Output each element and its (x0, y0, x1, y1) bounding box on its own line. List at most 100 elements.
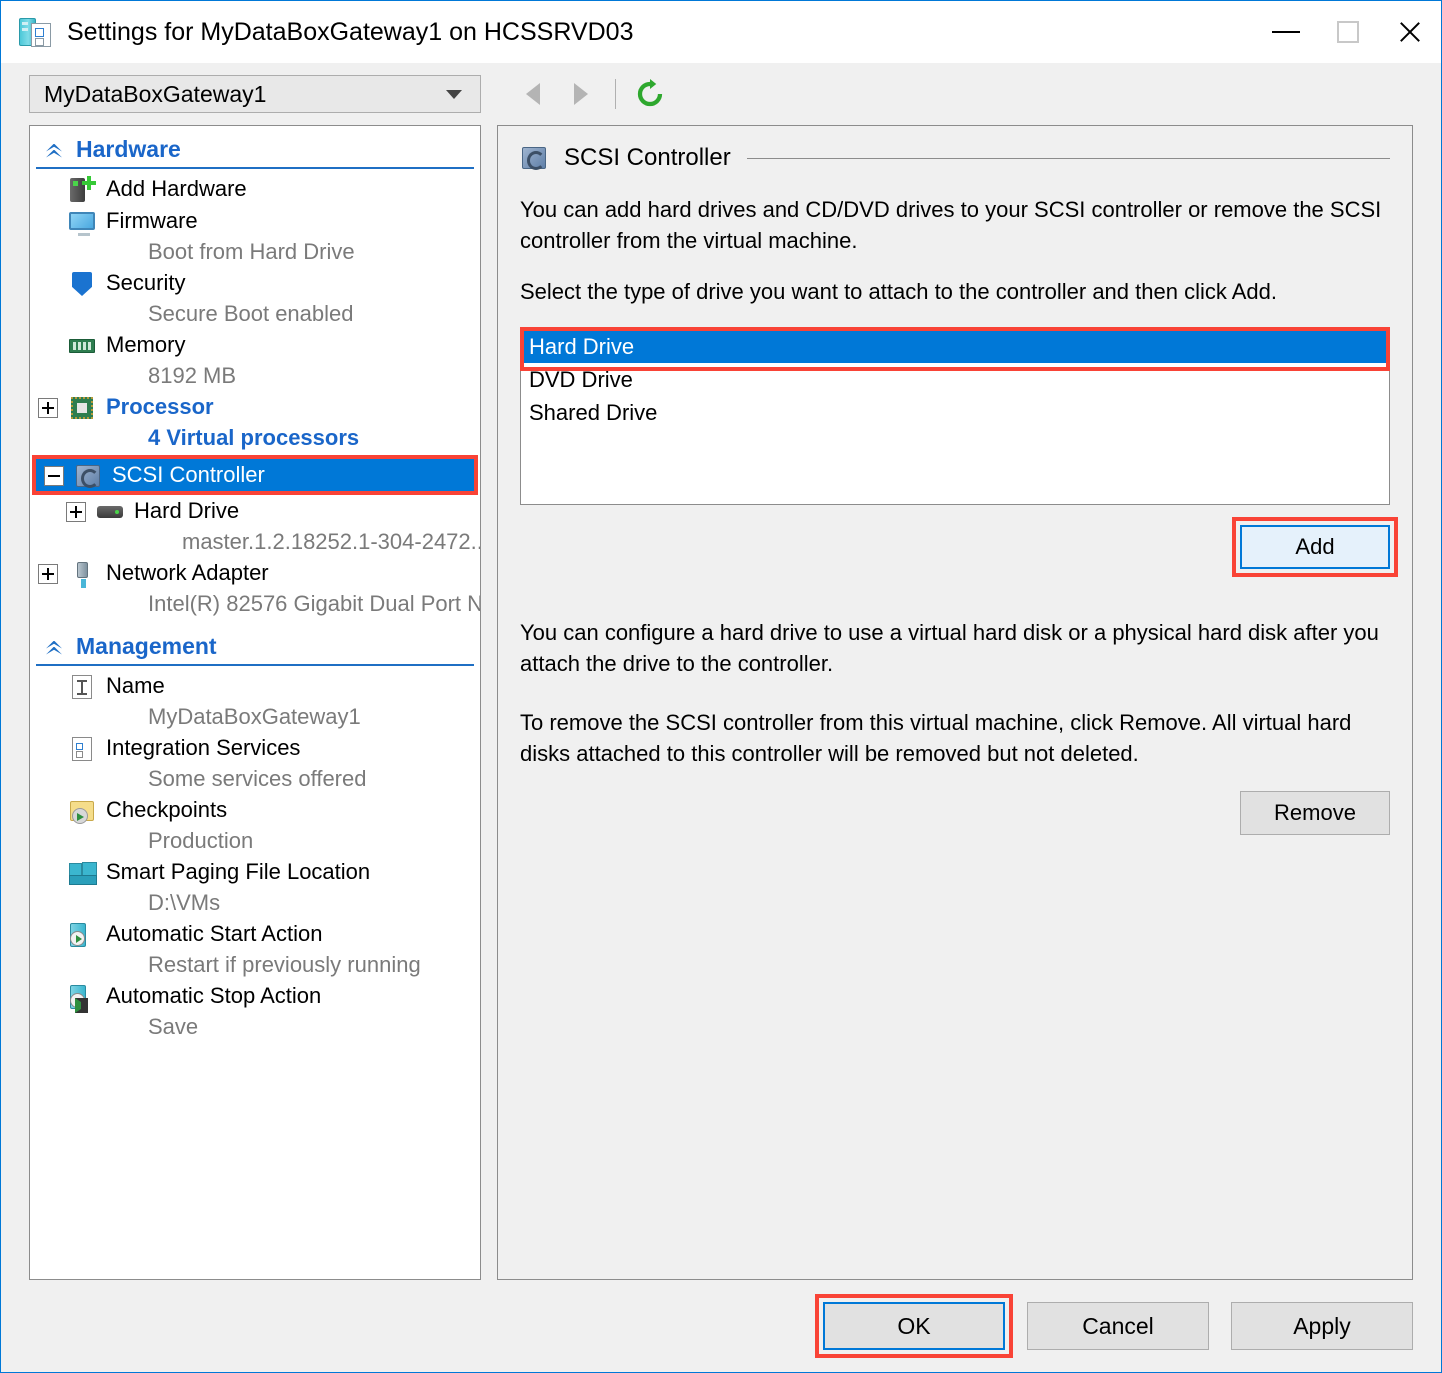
group-label: Hardware (76, 136, 181, 162)
maximize-button[interactable] (1317, 1, 1379, 63)
add-button-row: Add (520, 517, 1398, 577)
security-icon (68, 270, 96, 298)
tree-item-label: Checkpoints (106, 797, 228, 822)
expander-plus-icon[interactable] (38, 398, 58, 418)
tree-item-security[interactable]: Security (30, 267, 480, 299)
chevron-down-icon (446, 89, 462, 99)
tree-item-smart-paging[interactable]: Smart Paging File Location (30, 856, 480, 888)
chevron-up-icon (44, 140, 64, 160)
list-item-hard-drive[interactable]: Hard Drive (523, 330, 1387, 363)
minimize-button[interactable] (1255, 1, 1317, 63)
hard-drive-icon (96, 498, 124, 526)
tree-item-sublabel: Save (148, 1014, 199, 1039)
tree-item-sublabel-row: 4 Virtual processors (30, 423, 480, 453)
description-paragraph-4: To remove the SCSI controller from this … (520, 710, 1352, 766)
tree-item-memory[interactable]: Memory (30, 329, 480, 361)
navigation-group (509, 72, 674, 116)
firmware-icon (68, 208, 96, 236)
refresh-button[interactable] (626, 72, 674, 116)
minimize-icon (1272, 31, 1300, 33)
expander-plus-icon[interactable] (38, 564, 58, 584)
automatic-stop-icon (68, 983, 96, 1013)
detail-header: SCSI Controller (520, 144, 1390, 172)
tree-item-automatic-start-action[interactable]: Automatic Start Action (30, 918, 480, 950)
tree-item-sublabel: Some services offered (148, 766, 367, 791)
tree-item-sublabel: 8192 MB (148, 363, 237, 388)
tree-item-sublabel-row: Intel(R) 82576 Gigabit Dual Port N... (30, 589, 480, 619)
tree-item-sublabel-row: Some services offered (30, 764, 480, 794)
window-controls (1255, 1, 1441, 63)
apply-button[interactable]: Apply (1231, 1302, 1413, 1350)
close-button[interactable] (1379, 1, 1441, 63)
maximize-icon (1337, 21, 1359, 43)
ok-button[interactable]: OK (823, 1302, 1005, 1350)
tree-item-label: Processor (106, 394, 214, 419)
description-paragraph-3: You can configure a hard drive to use a … (520, 620, 1379, 676)
tree-item-label: Memory (106, 332, 186, 357)
cancel-button[interactable]: Cancel (1027, 1302, 1209, 1350)
expander-minus-icon[interactable] (44, 466, 64, 486)
tree-item-sublabel: Boot from Hard Drive (148, 239, 355, 264)
tree-item-label: Integration Services (106, 735, 301, 760)
tree-item-sublabel: MyDataBoxGateway1 (148, 704, 361, 729)
tree-item-add-hardware[interactable]: Add Hardware (30, 173, 480, 205)
description-paragraph-2: Select the type of drive you want to att… (520, 279, 1278, 304)
tree-item-scsi-controller[interactable]: SCSI Controller (36, 459, 474, 491)
tree-item-sublabel-row: master.1.2.18252.1-304-2472... (30, 527, 480, 557)
remove-button-row: Remove (520, 791, 1390, 835)
tree-item-processor[interactable]: Processor (30, 391, 480, 423)
tree-item-sublabel-row: 8192 MB (30, 361, 480, 391)
page-title: SCSI Controller (564, 144, 731, 171)
tree-item-firmware[interactable]: Firmware (30, 205, 480, 237)
back-button[interactable] (509, 72, 557, 116)
tree-item-label: SCSI Controller (112, 462, 265, 487)
tree-item-sublabel-row: Save (30, 1012, 480, 1042)
tree-item-integration-services[interactable]: Integration Services (30, 732, 480, 764)
tree-item-label: Name (106, 673, 165, 698)
dialog-footer: OK Cancel Apply (1, 1280, 1441, 1372)
vm-selector-dropdown[interactable]: MyDataBoxGateway1 (29, 75, 481, 113)
tree-item-sublabel: Secure Boot enabled (148, 301, 354, 326)
tree-item-network-adapter[interactable]: Network Adapter (30, 557, 480, 589)
settings-tree[interactable]: Hardware Add Hardware Firmware Boot from… (29, 125, 481, 1280)
tree-item-sublabel-row: Production (30, 826, 480, 856)
toolbar: MyDataBoxGateway1 (1, 63, 1441, 125)
add-button[interactable]: Add (1240, 525, 1390, 569)
list-item-shared-drive[interactable]: Shared Drive (523, 396, 1387, 429)
tree-item-sublabel-row: Secure Boot enabled (30, 299, 480, 329)
group-header-management[interactable]: Management (36, 631, 474, 666)
vm-settings-icon (19, 15, 53, 49)
group-label: Management (76, 633, 217, 659)
memory-icon (68, 332, 96, 360)
network-adapter-icon (68, 560, 96, 588)
tree-item-sublabel: D:\VMs (148, 890, 221, 915)
tree-item-checkpoints[interactable]: Checkpoints (30, 794, 480, 826)
remove-button[interactable]: Remove (1240, 791, 1390, 835)
tree-item-automatic-stop-action[interactable]: Automatic Stop Action (30, 980, 480, 1013)
group-header-hardware[interactable]: Hardware (36, 134, 474, 169)
expander-plus-icon[interactable] (66, 502, 86, 522)
header-divider (746, 157, 1390, 159)
arrow-right-icon (574, 83, 588, 105)
arrow-left-icon (526, 83, 540, 105)
tree-item-sublabel: master.1.2.18252.1-304-2472... (182, 529, 481, 554)
tree-item-label: Smart Paging File Location (106, 859, 371, 884)
tree-item-hard-drive[interactable]: Hard Drive (30, 495, 480, 527)
drive-type-listbox[interactable]: Hard Drive DVD Drive Shared Drive (520, 327, 1390, 505)
list-item-dvd-drive[interactable]: DVD Drive (523, 363, 1387, 396)
vm-selector-value: MyDataBoxGateway1 (44, 80, 267, 107)
description-paragraph-1: You can add hard drives and CD/DVD drive… (520, 197, 1382, 253)
tree-item-sublabel: 4 Virtual processors (148, 425, 360, 450)
forward-button[interactable] (557, 72, 605, 116)
tree-item-sublabel-row: MyDataBoxGateway1 (30, 702, 480, 732)
add-hardware-icon (68, 176, 96, 204)
tree-item-label: Automatic Start Action (106, 921, 323, 946)
settings-window: Settings for MyDataBoxGateway1 on HCSSRV… (0, 0, 1442, 1373)
integration-services-icon (68, 735, 96, 763)
window-title: Settings for MyDataBoxGateway1 on HCSSRV… (67, 17, 634, 46)
processor-icon (68, 394, 96, 422)
tree-item-name[interactable]: Name (30, 670, 480, 702)
tree-item-sublabel: Production (148, 828, 254, 853)
add-button-wrap: Add (1232, 517, 1398, 577)
toolbar-divider (615, 79, 616, 109)
